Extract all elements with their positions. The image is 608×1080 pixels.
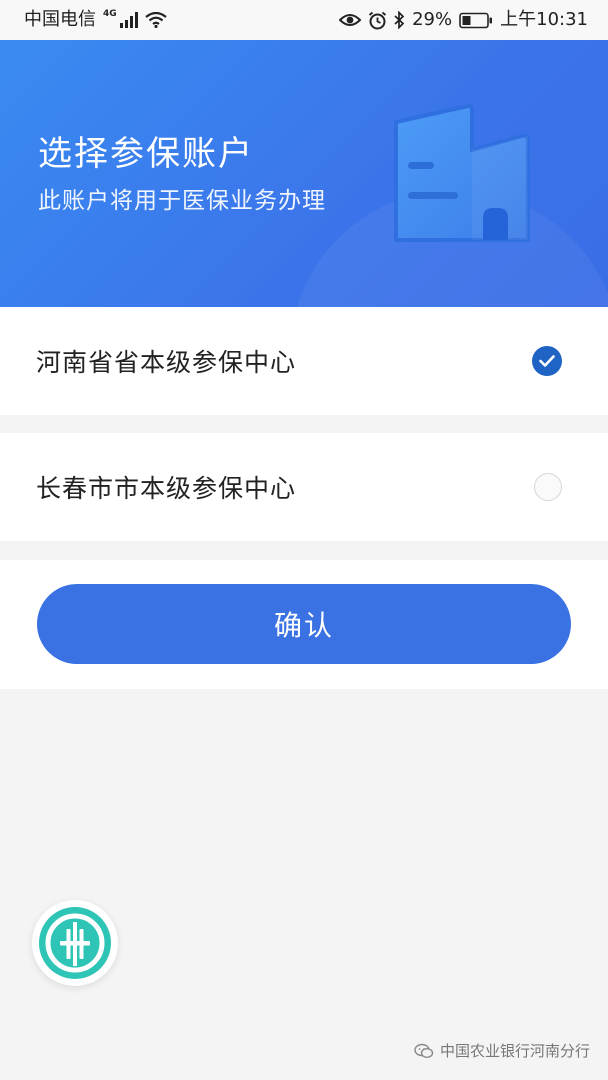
account-option-changchun[interactable]: 长春市市本级参保中心	[0, 433, 608, 541]
carrier-name: 中国电信	[24, 9, 96, 30]
battery-icon	[459, 12, 493, 29]
status-right: 29% 上午10:31	[339, 11, 588, 30]
account-option-label: 长春市市本级参保中心	[36, 474, 297, 503]
eye-icon	[339, 13, 362, 27]
radio-unselected-icon[interactable]	[534, 473, 562, 501]
status-bar: 中国电信 4G 29% 上午10:31	[0, 0, 608, 40]
signal-icon	[119, 12, 138, 28]
wechat-icon	[414, 1043, 434, 1059]
building-icon	[386, 100, 546, 250]
checkmark-selected-icon[interactable]	[532, 346, 562, 376]
bluetooth-icon	[394, 11, 405, 29]
clock-time: 上午10:31	[500, 9, 588, 30]
account-option-label: 河南省省本级参保中心	[36, 348, 297, 377]
battery-percent: 29%	[412, 9, 453, 30]
header-banner: 选择参保账户 此账户将用于医保业务办理	[0, 40, 608, 307]
confirm-panel: 确认	[0, 560, 608, 689]
confirm-button[interactable]: 确认	[37, 584, 571, 664]
account-option-henan[interactable]: 河南省省本级参保中心	[0, 307, 608, 415]
bank-logo-float-button[interactable]	[32, 900, 118, 986]
watermark: 中国农业银行河南分行	[414, 1040, 590, 1061]
status-left: 中国电信 4G	[24, 8, 167, 30]
abc-logo-icon	[39, 907, 111, 979]
page-title: 选择参保账户	[38, 134, 254, 174]
network-type: 4G	[103, 8, 117, 19]
alarm-icon	[368, 11, 387, 30]
page-subtitle: 此账户将用于医保业务办理	[38, 188, 326, 214]
wifi-icon	[144, 12, 167, 28]
watermark-text: 中国农业银行河南分行	[439, 1042, 590, 1060]
